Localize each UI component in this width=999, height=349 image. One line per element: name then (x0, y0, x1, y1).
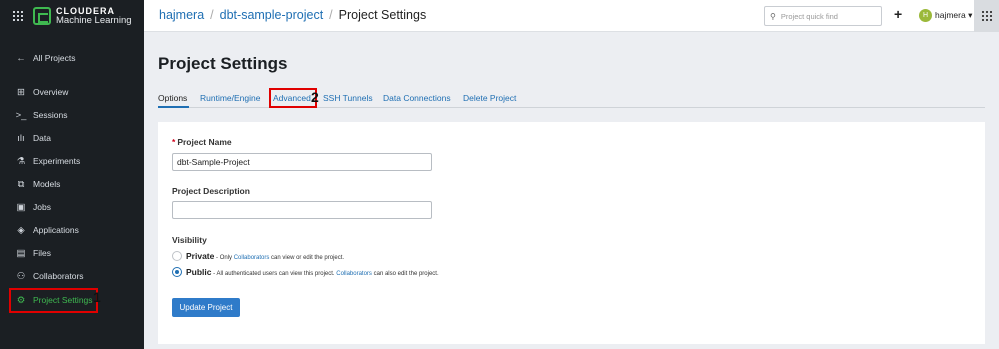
sidebar-item-label: Files (33, 248, 51, 258)
project-search-input[interactable]: ⚲ Project quick find (764, 6, 882, 26)
jobs-icon: ▣ (16, 201, 26, 213)
annotation-marker-1: 1 (93, 289, 101, 305)
avatar[interactable]: H (919, 9, 932, 22)
tab-options[interactable]: Options (158, 93, 187, 103)
project-description-input[interactable] (172, 201, 432, 219)
brand-bar: CLOUDERA Machine Learning (0, 0, 144, 32)
applications-icon: ◈ (17, 224, 25, 236)
breadcrumb-current: Project Settings (338, 8, 427, 22)
tab-runtime-engine[interactable]: Runtime/Engine (200, 93, 260, 103)
overview-icon: ⊞ (17, 86, 25, 98)
terminal-icon: >_ (15, 109, 27, 121)
settings-form-card: * Project Name dbt-Sample-Project Project… (158, 122, 985, 344)
sidebar-item-label: Sessions (33, 110, 68, 120)
public-collaborators-link[interactable]: Collaborators (336, 271, 372, 277)
sidebar-item-models[interactable]: ⧉ Models (0, 173, 144, 195)
private-collaborators-link[interactable]: Collaborators (234, 255, 270, 261)
tab-delete-project[interactable]: Delete Project (463, 93, 516, 103)
apps-menu-button[interactable] (974, 0, 999, 32)
highlight-box-project-settings (9, 288, 98, 313)
breadcrumb-project[interactable]: dbt-sample-project (220, 8, 324, 22)
private-desc-post: can view or edit the project. (269, 255, 345, 261)
breadcrumb-separator: / (210, 8, 214, 22)
sidebar-item-applications[interactable]: ◈ Applications (0, 219, 144, 241)
active-tab-indicator (158, 106, 189, 108)
sidebar-item-label: Models (33, 179, 61, 189)
add-button[interactable]: + (894, 6, 902, 22)
flask-icon: ⚗ (16, 155, 26, 167)
project-name-input[interactable]: dbt-Sample-Project (172, 153, 432, 171)
breadcrumb: hajmera / dbt-sample-project / Project Setti… (159, 8, 426, 22)
search-placeholder: Project quick find (780, 11, 838, 21)
sidebar-item-collaborators[interactable]: ⚇ Collaborators (0, 265, 144, 287)
sidebar-item-jobs[interactable]: ▣ Jobs (0, 196, 144, 218)
project-name-label: * Project Name (172, 137, 232, 147)
breadcrumb-user[interactable]: hajmera (159, 8, 204, 22)
public-option: Public - All authenticated users can vie… (186, 267, 439, 277)
public-desc-post: can also edit the project. (371, 271, 439, 277)
models-icon: ⧉ (17, 178, 25, 190)
breadcrumb-separator: / (329, 8, 333, 22)
sidebar-item-label: Overview (33, 87, 69, 97)
annotation-marker-2: 2 (311, 89, 319, 105)
highlight-box-advanced (269, 88, 317, 108)
sidebar-item-label: Experiments (33, 156, 81, 166)
sidebar-item-overview[interactable]: ⊞ Overview (0, 81, 144, 103)
top-bar: hajmera / dbt-sample-project / Project Setti… (144, 0, 999, 32)
all-projects-link[interactable]: ← All Projects (0, 47, 144, 69)
sidebar-item-experiments[interactable]: ⚗ Experiments (0, 150, 144, 172)
all-projects-label: All Projects (33, 53, 76, 63)
sidebar-item-data[interactable]: ılı Data (0, 127, 144, 149)
arrow-left-icon: ← (16, 52, 26, 64)
file-icon: ▤ (16, 247, 26, 259)
sidebar-item-sessions[interactable]: >_ Sessions (0, 104, 144, 126)
search-icon: ⚲ (770, 11, 776, 21)
page-title: Project Settings (158, 54, 288, 73)
update-project-button[interactable]: Update Project (172, 298, 240, 317)
private-desc-pre: - Only (214, 255, 234, 261)
project-description-label: Project Description (172, 186, 250, 196)
users-icon: ⚇ (16, 270, 26, 282)
cloudera-logo-icon (33, 7, 51, 25)
project-name-label-text: Project Name (177, 137, 232, 147)
public-title: Public (186, 267, 212, 277)
private-title: Private (186, 251, 215, 261)
brand-logo[interactable]: CLOUDERA Machine Learning (56, 6, 132, 26)
visibility-label: Visibility (172, 235, 207, 245)
private-option: Private - Only Collaborators can view or… (186, 251, 344, 261)
public-desc-pre: - All authenticated users can view this … (211, 271, 337, 277)
brand-subtitle: Machine Learning (56, 15, 132, 26)
user-menu[interactable]: hajmera ▾ (935, 10, 972, 21)
bar-chart-icon: ılı (17, 132, 25, 144)
tab-data-connections[interactable]: Data Connections (383, 93, 451, 103)
app-grid-icon[interactable] (13, 11, 23, 21)
public-radio[interactable] (172, 267, 182, 277)
private-radio[interactable] (172, 251, 182, 261)
sidebar-item-label: Collaborators (33, 271, 84, 281)
sidebar-item-label: Jobs (33, 202, 51, 212)
app-grid-icon (981, 11, 992, 21)
sidebar-item-label: Applications (33, 225, 79, 235)
sidebar-item-files[interactable]: ▤ Files (0, 242, 144, 264)
sidebar-item-label: Data (33, 133, 51, 143)
required-marker: * (172, 137, 176, 147)
tab-ssh-tunnels[interactable]: SSH Tunnels (323, 93, 373, 103)
